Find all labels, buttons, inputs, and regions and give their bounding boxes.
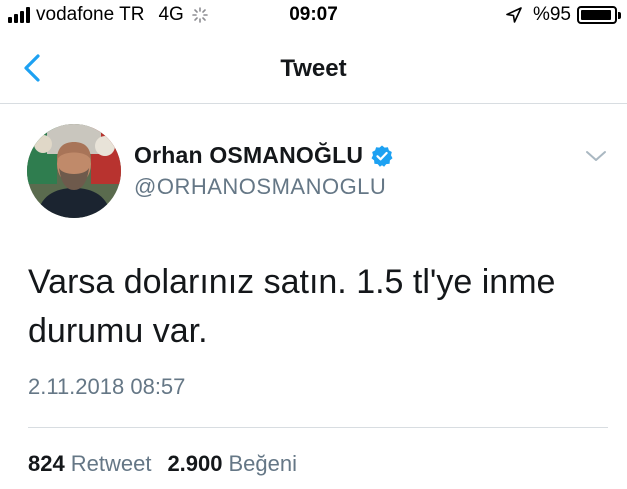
status-right: %95 xyxy=(505,4,621,26)
location-arrow-icon xyxy=(506,7,522,23)
avatar[interactable] xyxy=(27,124,121,218)
like-label[interactable]: Beğeni xyxy=(229,451,298,477)
like-count[interactable]: 2.900 xyxy=(167,451,222,477)
tweet-text: Varsa dolarınız satın. 1.5 tl'ye inme du… xyxy=(28,258,608,356)
tweet-text-line: Varsa dolarınız satın. 1.5 tl'ye inme xyxy=(28,263,556,301)
verified-badge-icon xyxy=(371,145,393,167)
chevron-down-icon[interactable] xyxy=(584,146,608,166)
user-handle[interactable]: @ORHANOSMANOGLU xyxy=(134,174,386,200)
display-name-row[interactable]: Orhan OSMANOĞLU xyxy=(134,142,394,169)
status-bar: vodafone TR 4G 09:07 %95 xyxy=(0,0,627,30)
divider xyxy=(28,427,608,428)
tweet-detail-screen: vodafone TR 4G 09:07 %95 Tweet Orhan OSM… xyxy=(0,0,627,489)
page-title: Tweet xyxy=(280,55,347,82)
retweet-count[interactable]: 824 xyxy=(28,451,65,477)
tweet-timestamp: 2.11.2018 08:57 xyxy=(28,374,186,399)
tweet-text-line: durumu var. xyxy=(28,312,208,350)
battery-fill xyxy=(581,10,612,20)
display-name[interactable]: Orhan OSMANOĞLU xyxy=(134,142,363,169)
navigation-bar: Tweet xyxy=(0,40,627,104)
retweet-label[interactable]: Retweet xyxy=(71,451,152,477)
battery-icon xyxy=(577,6,621,24)
battery-percent: %95 xyxy=(532,4,571,25)
battery-tip xyxy=(618,12,621,19)
tweet-stats: 824 Retweet 2.900 Beğeni xyxy=(28,451,313,477)
